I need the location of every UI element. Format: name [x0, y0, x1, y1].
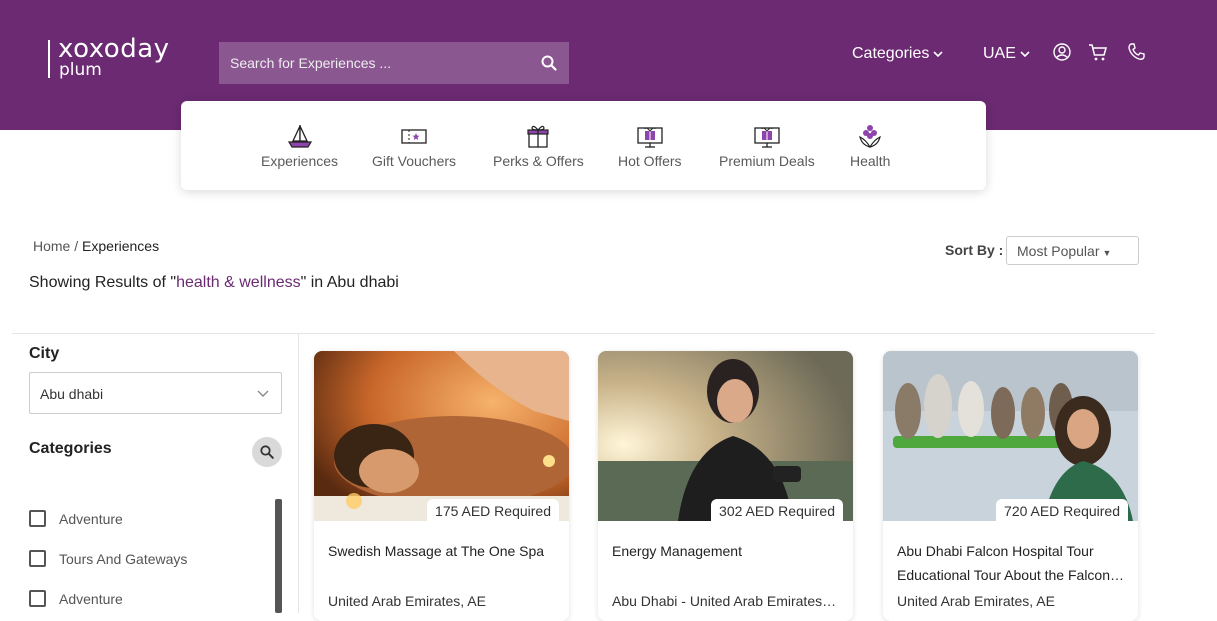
logo-bar: [48, 40, 50, 78]
gift-screen-icon: [637, 127, 663, 148]
breadcrumb: Home / Experiences: [33, 238, 159, 254]
category-hot-offers[interactable]: Hot Offers: [618, 123, 682, 169]
category-strip: Experiences Gift Vouchers Perks & Offers…: [181, 101, 986, 190]
phone-icon[interactable]: [1126, 42, 1146, 62]
results-query: health & wellness: [176, 274, 301, 291]
categories-search-button[interactable]: [252, 437, 282, 467]
city-select[interactable]: Abu dhabi: [29, 372, 282, 414]
category-experiences[interactable]: Experiences: [261, 123, 338, 169]
chevron-down-icon: [933, 51, 943, 58]
breadcrumb-current: Experiences: [82, 238, 160, 254]
filter-item[interactable]: Tours And Gateways: [29, 550, 187, 567]
voucher-icon: [401, 129, 427, 144]
product-image: 720 AED Required: [883, 351, 1138, 523]
results-heading: Showing Results of "health & wellness" i…: [29, 274, 399, 292]
chevron-down-icon: [1020, 51, 1030, 58]
city-value: Abu dhabi: [40, 386, 104, 402]
product-card[interactable]: 302 AED Required Energy Management Abu D…: [598, 351, 853, 621]
filter-item[interactable]: Adventure: [29, 510, 123, 527]
category-label: Hot Offers: [618, 153, 682, 169]
sailboat-icon: [287, 125, 312, 148]
search-bar: [219, 42, 569, 84]
category-premium-deals[interactable]: Premium Deals: [719, 123, 815, 169]
category-gift-vouchers[interactable]: Gift Vouchers: [372, 123, 456, 169]
product-title[interactable]: Abu Dhabi Falcon Hospital Tour Education…: [883, 521, 1138, 595]
lotus-icon: [859, 125, 882, 149]
checkbox[interactable]: [29, 550, 46, 567]
category-label: Experiences: [261, 153, 339, 169]
sort-label: Sort By :: [945, 242, 1004, 258]
filter-item-label: Adventure: [59, 510, 123, 527]
product-title[interactable]: Swedish Massage at The One Spa: [314, 521, 569, 595]
user-icon[interactable]: [1052, 42, 1072, 62]
product-location: United Arab Emirates, AE: [897, 593, 1055, 609]
chevron-down-icon: [257, 390, 269, 397]
brand-logo[interactable]: xoxoday plum: [48, 34, 173, 82]
categories-filter-label: Categories: [29, 440, 112, 457]
checkbox[interactable]: [29, 590, 46, 607]
checkbox[interactable]: [29, 510, 46, 527]
sort-select[interactable]: Most Popular ▼: [1006, 236, 1139, 265]
category-label: Premium Deals: [719, 153, 815, 169]
search-input[interactable]: [219, 42, 519, 84]
caret-down-icon: ▼: [1102, 248, 1112, 258]
categories-menu-label: Categories: [852, 45, 930, 62]
product-image: 302 AED Required: [598, 351, 853, 523]
price-badge: 175 AED Required: [427, 499, 559, 523]
filter-item-label: Adventure: [59, 590, 123, 607]
product-image: 175 AED Required: [314, 351, 569, 523]
sort-value: Most Popular: [1017, 243, 1100, 259]
filter-scrollbar[interactable]: [275, 499, 282, 613]
sidebar-divider: [298, 334, 299, 613]
search-icon[interactable]: [541, 55, 557, 71]
product-location: United Arab Emirates, AE: [328, 593, 486, 609]
divider: [12, 333, 1155, 334]
category-perks-offers[interactable]: Perks & Offers: [493, 123, 584, 169]
country-menu[interactable]: UAE: [983, 43, 1030, 65]
logo-subtext: plum: [59, 60, 102, 80]
product-card[interactable]: 175 AED Required Swedish Massage at The …: [314, 351, 569, 621]
results-suffix: " in Abu dhabi: [300, 274, 399, 291]
product-card[interactable]: 720 AED Required Abu Dhabi Falcon Hospit…: [883, 351, 1138, 621]
category-label: Health: [850, 153, 891, 169]
product-title[interactable]: Energy Management: [598, 521, 853, 595]
category-label: Perks & Offers: [493, 153, 584, 169]
categories-menu[interactable]: Categories: [852, 43, 943, 65]
country-menu-label: UAE: [983, 45, 1016, 62]
price-badge: 720 AED Required: [996, 499, 1128, 523]
results-prefix: Showing Results of ": [29, 274, 177, 291]
cart-icon[interactable]: [1088, 42, 1108, 62]
gift-icon: [527, 125, 549, 148]
price-badge: 302 AED Required: [711, 499, 843, 523]
filter-item-label: Tours And Gateways: [59, 550, 188, 567]
search-icon: [260, 445, 274, 459]
breadcrumb-separator: /: [70, 238, 83, 254]
product-location: Abu Dhabi - United Arab Emirates, AE: [612, 593, 837, 609]
breadcrumb-home[interactable]: Home: [33, 238, 70, 254]
gift-screen-icon: [754, 127, 780, 148]
filter-item[interactable]: Adventure: [29, 590, 123, 607]
category-label: Gift Vouchers: [372, 153, 457, 169]
category-health[interactable]: Health: [850, 123, 890, 169]
city-filter-label: City: [29, 345, 60, 362]
